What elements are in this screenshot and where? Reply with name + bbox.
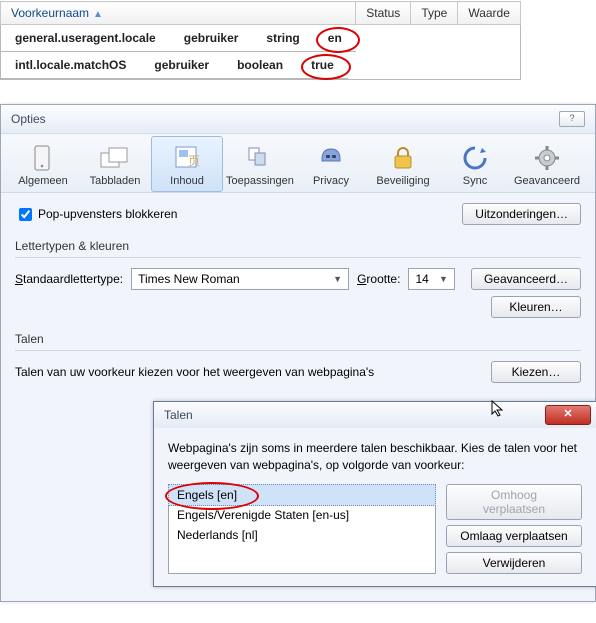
pref-value: en: [314, 25, 356, 52]
exceptions-button[interactable]: Uitzonderingen…: [462, 203, 581, 225]
talen-dialog: Talen ✕ Webpagina's zijn soms in meerder…: [153, 401, 596, 587]
move-up-button[interactable]: Omhoog verplaatsen: [446, 484, 582, 520]
tab-label: Geavanceerd: [514, 175, 580, 187]
list-item-label: Engels [en]: [177, 488, 237, 502]
tab-inhoud[interactable]: 页 Inhoud: [151, 136, 223, 192]
table-row[interactable]: intl.locale.matchOS gebruiker boolean tr…: [1, 52, 356, 79]
content-icon: 页: [170, 143, 204, 173]
talen-intro: Webpagina's zijn soms in meerdere talen …: [168, 440, 582, 474]
tab-label: Inhoud: [154, 175, 220, 187]
pref-type: boolean: [223, 52, 297, 79]
tab-beveiliging[interactable]: Beveiliging: [367, 136, 439, 192]
gear-icon: [530, 143, 564, 173]
default-font-label: SStandaardlettertype:tandaardlettertype:: [15, 272, 123, 286]
tab-geavanceerd[interactable]: Geavanceerd: [511, 136, 583, 192]
tab-tabbladen[interactable]: Tabbladen: [79, 136, 151, 192]
help-icon[interactable]: ?: [559, 111, 585, 127]
chevron-down-icon: ▼: [439, 274, 448, 284]
sort-asc-icon: ▲: [93, 9, 103, 20]
tab-algemeen[interactable]: Algemeen: [7, 136, 79, 192]
tab-label: Privacy: [298, 175, 364, 187]
talen-titlebar[interactable]: Talen ✕: [154, 402, 596, 428]
tab-label: Beveiliging: [370, 175, 436, 187]
window-title: Opties: [11, 112, 46, 126]
tab-label: Algemeen: [10, 175, 76, 187]
font-select[interactable]: Times New Roman ▼: [131, 268, 349, 290]
apps-icon: [242, 143, 276, 173]
tab-toepassingen[interactable]: Toepassingen: [223, 136, 295, 192]
pref-type: string: [252, 25, 313, 52]
size-value: 14: [415, 272, 428, 286]
pref-name: intl.locale.matchOS: [1, 52, 140, 79]
tab-label: Tabbladen: [82, 175, 148, 187]
pref-status: gebruiker: [140, 52, 223, 79]
lock-icon: [386, 143, 420, 173]
langs-heading: Talen: [15, 332, 581, 346]
tab-label: Sync: [442, 175, 508, 187]
langs-description: Talen van uw voorkeur kiezen voor het we…: [15, 365, 374, 379]
options-window: Opties ? Algemeen Tabbladen 页 Inhoud To: [0, 104, 596, 602]
col-type[interactable]: Type: [411, 2, 458, 25]
remove-button[interactable]: Verwijderen: [446, 552, 582, 574]
col-name[interactable]: Voorkeurnaam▲: [1, 2, 356, 25]
tab-label: Toepassingen: [226, 175, 292, 187]
list-item[interactable]: Engels [en]: [168, 484, 436, 506]
sync-icon: [458, 143, 492, 173]
col-value[interactable]: Waarde: [458, 2, 521, 25]
titlebar[interactable]: Opties ?: [1, 105, 595, 134]
tab-sync[interactable]: Sync: [439, 136, 511, 192]
fonts-heading: Lettertypen & kleuren: [15, 239, 581, 253]
popup-blocker-checkbox[interactable]: [19, 208, 32, 221]
colors-button[interactable]: Kleuren…: [491, 296, 581, 318]
languages-listbox[interactable]: Engels [en] Engels/Verenigde Staten [en-…: [168, 484, 436, 574]
move-down-button[interactable]: Omlaag verplaatsen: [446, 525, 582, 547]
config-table: Voorkeurnaam▲ Status Type Waarde general…: [0, 1, 521, 80]
talen-title: Talen: [154, 408, 193, 422]
close-button[interactable]: ✕: [545, 405, 591, 425]
pref-name: general.useragent.locale: [1, 25, 170, 52]
tabs-icon: [98, 143, 132, 173]
chevron-down-icon: ▼: [333, 274, 342, 284]
col-status[interactable]: Status: [356, 2, 411, 25]
tab-privacy[interactable]: Privacy: [295, 136, 367, 192]
size-label: Grootte:: [357, 272, 400, 286]
fonts-advanced-button[interactable]: Geavanceerd…: [471, 268, 581, 290]
table-row[interactable]: general.useragent.locale gebruiker strin…: [1, 25, 356, 52]
privacy-icon: [314, 143, 348, 173]
pref-status: gebruiker: [170, 25, 253, 52]
list-item[interactable]: Nederlands [nl]: [169, 525, 435, 545]
pref-value: true: [297, 52, 348, 79]
popup-blocker-label: Pop-upvensters blokkeren: [38, 207, 177, 221]
cursor-icon: [490, 400, 508, 418]
general-icon: [26, 143, 60, 173]
choose-languages-button[interactable]: Kiezen…: [491, 361, 581, 383]
category-toolbar: Algemeen Tabbladen 页 Inhoud Toepassingen…: [1, 134, 595, 193]
svg-text:页: 页: [188, 154, 200, 168]
size-select[interactable]: 14 ▼: [408, 268, 455, 290]
font-select-value: Times New Roman: [138, 272, 240, 286]
